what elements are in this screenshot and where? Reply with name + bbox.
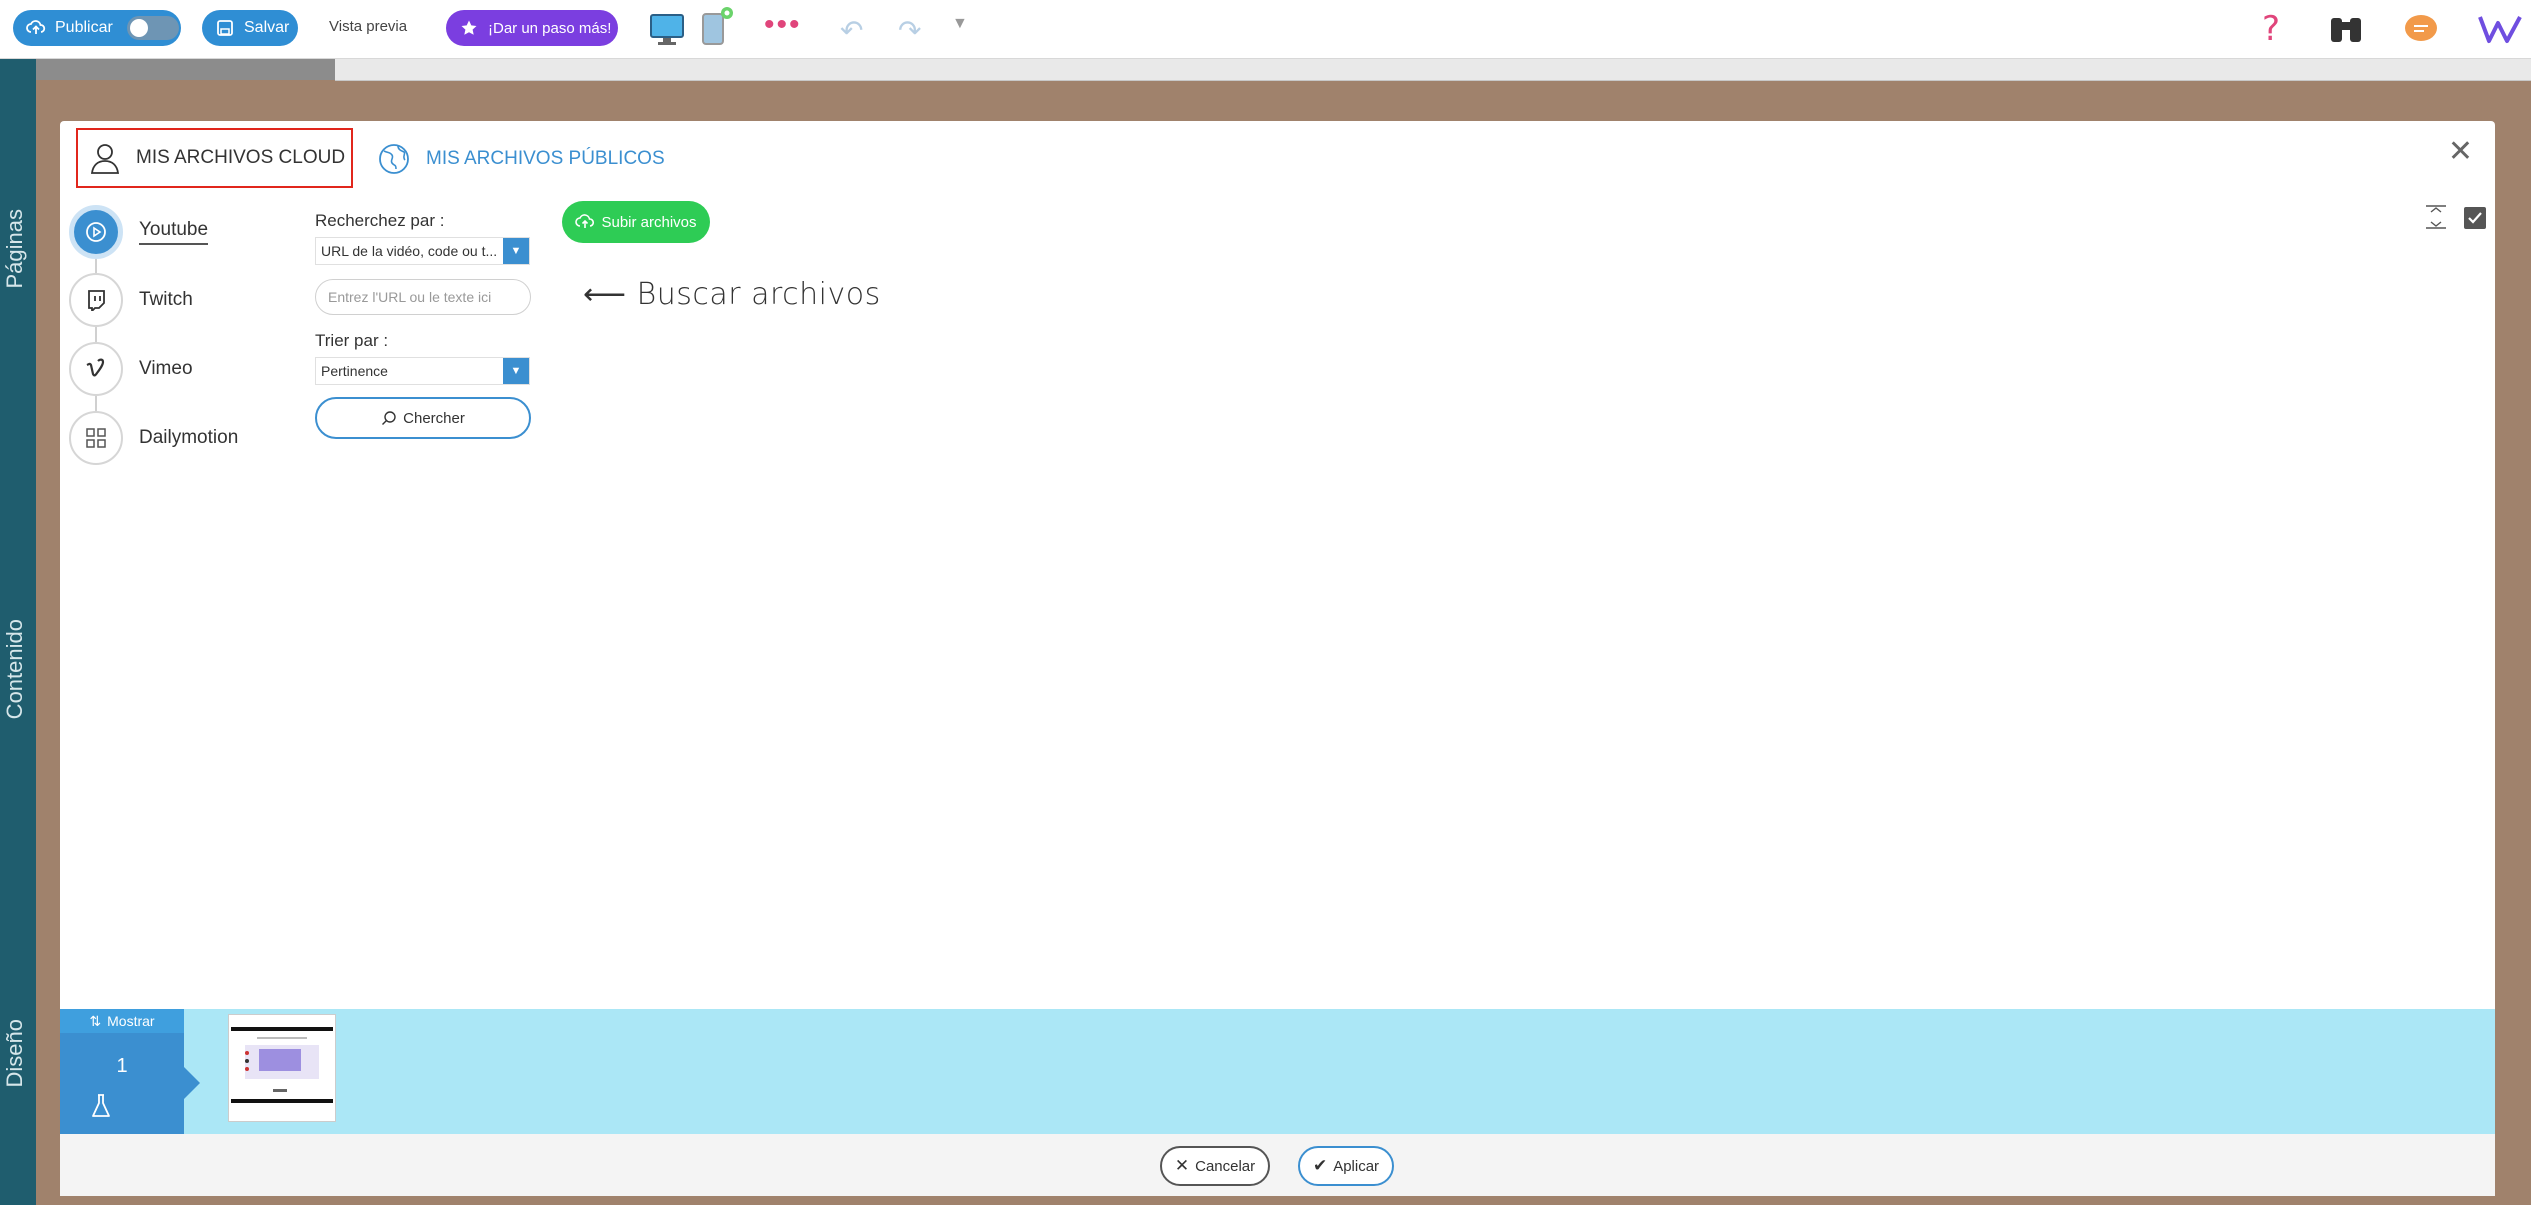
chat-icon[interactable] — [2404, 14, 2438, 49]
arrow-left-icon: ⟵ — [583, 277, 627, 312]
search-hint-text: Buscar archivos — [636, 277, 881, 312]
binoculars-icon[interactable] — [2328, 12, 2364, 51]
user-icon — [90, 142, 120, 174]
show-pages-toggle[interactable]: ⇅ Mostrar — [60, 1009, 184, 1033]
tab-my-cloud-files[interactable]: MIS ARCHIVOS CLOUD — [76, 128, 353, 188]
flask-icon — [90, 1093, 112, 1124]
provider-dailymotion[interactable]: Dailymotion — [69, 411, 238, 465]
play-icon — [69, 205, 123, 259]
search-form: Recherchez par : URL de la vidéo, code o… — [315, 211, 535, 439]
design-rail-label[interactable]: Diseño — [2, 1019, 28, 1087]
search-hint: ⟵ Buscar archivos — [583, 277, 881, 312]
chevron-down-icon: ▼ — [503, 238, 529, 264]
provider-connector-line — [95, 231, 97, 441]
tab-public-files[interactable]: MIS ARCHIVOS PÚBLICOS — [378, 141, 665, 177]
redo-icon[interactable]: ↷ — [898, 14, 921, 47]
search-button[interactable]: Chercher — [315, 397, 531, 439]
provider-vimeo-label: Vimeo — [139, 358, 193, 379]
upgrade-button[interactable]: ¡Dar un paso más! — [446, 10, 618, 46]
publish-label: Publicar — [55, 19, 113, 36]
provider-twitch-label: Twitch — [139, 289, 193, 310]
search-by-label: Recherchez par : — [315, 211, 445, 230]
desktop-view-icon[interactable] — [649, 12, 685, 51]
search-by-select[interactable]: URL de la vidéo, code ou t... ▼ — [315, 237, 530, 265]
sort-arrows-icon: ⇅ — [89, 1012, 102, 1029]
star-icon — [458, 17, 480, 39]
cancel-button[interactable]: ✕ Cancelar — [1160, 1146, 1270, 1186]
horizontal-ruler — [335, 59, 2531, 81]
twitch-icon — [69, 273, 123, 327]
cloud-upload-icon — [25, 17, 47, 39]
sort-by-label: Trier par : — [315, 331, 389, 350]
url-input[interactable] — [315, 279, 531, 315]
close-icon: ✕ — [1174, 1156, 1190, 1175]
page-number: 1 — [116, 1055, 128, 1077]
upgrade-label: ¡Dar un paso más! — [488, 19, 612, 37]
tab-my-cloud-files-label: MIS ARCHIVOS CLOUD — [136, 147, 346, 168]
sort-by-value: Pertinence — [321, 363, 388, 379]
apply-label: Aplicar — [1333, 1157, 1380, 1175]
close-icon[interactable]: ✕ — [2448, 137, 2473, 167]
vimeo-icon — [69, 342, 123, 396]
cancel-label: Cancelar — [1195, 1157, 1256, 1175]
left-rail: Páginas Contenido Diseño — [0, 59, 36, 1205]
chevron-down-icon: ▼ — [503, 358, 529, 384]
help-icon[interactable]: ? — [2258, 9, 2286, 51]
mobile-view-icon[interactable] — [700, 6, 736, 51]
history-dropdown-icon[interactable]: ▼ — [952, 15, 968, 33]
search-icon — [381, 410, 397, 426]
tab-public-files-label: MIS ARCHIVOS PÚBLICOS — [426, 148, 665, 169]
cloud-upload-icon — [575, 213, 595, 231]
page-strip: ⇅ Mostrar 1 — [60, 1009, 2495, 1134]
expand-collapse-icon[interactable] — [2424, 204, 2448, 235]
sort-by-select[interactable]: Pertinence ▼ — [315, 357, 530, 385]
top-toolbar: Publicar Salvar Vista previa ¡Dar un pas… — [0, 0, 2531, 59]
media-picker-modal: MIS ARCHIVOS CLOUD MIS ARCHIVOS PÚBLICOS… — [60, 121, 2495, 1196]
brand-logo-icon[interactable] — [2478, 14, 2522, 49]
provider-twitch[interactable]: Twitch — [69, 273, 193, 327]
upload-files-label: Subir archivos — [601, 213, 697, 231]
search-button-label: Chercher — [403, 409, 465, 427]
provider-vimeo[interactable]: Vimeo — [69, 342, 193, 396]
save-label: Salvar — [244, 19, 290, 36]
apply-button[interactable]: ✔ Aplicar — [1298, 1146, 1394, 1186]
save-icon — [214, 17, 236, 39]
publish-button[interactable]: Publicar — [13, 10, 181, 46]
more-options-icon[interactable]: ••• — [764, 8, 802, 42]
undo-icon[interactable]: ↶ — [840, 14, 863, 47]
svg-text:?: ? — [2262, 10, 2280, 46]
content-rail-label[interactable]: Contenido — [2, 619, 28, 719]
search-by-value: URL de la vidéo, code ou t... — [321, 243, 498, 259]
modal-footer: ✕ Cancelar ✔ Aplicar — [60, 1134, 2495, 1196]
publish-toggle[interactable] — [126, 16, 179, 40]
pages-rail-label[interactable]: Páginas — [2, 209, 28, 289]
provider-youtube[interactable]: Youtube — [69, 205, 209, 259]
select-all-checkbox[interactable] — [2463, 206, 2487, 235]
show-pages-label: Mostrar — [107, 1013, 155, 1029]
check-icon: ✔ — [1312, 1156, 1328, 1175]
upload-files-button[interactable]: Subir archivos — [562, 201, 710, 243]
page-selector[interactable]: 1 — [60, 1033, 200, 1134]
globe-icon — [378, 143, 410, 175]
save-button[interactable]: Salvar — [202, 10, 298, 46]
grid-icon — [69, 411, 123, 465]
provider-youtube-label: Youtube — [139, 219, 209, 245]
preview-link[interactable]: Vista previa — [329, 18, 407, 35]
provider-dailymotion-label: Dailymotion — [139, 427, 239, 448]
page-thumbnail[interactable] — [228, 1014, 336, 1122]
